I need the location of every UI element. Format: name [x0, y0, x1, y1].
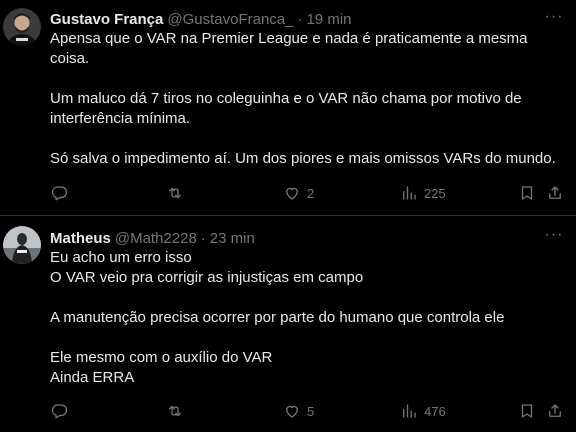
timestamp[interactable]: 19 min — [307, 11, 352, 28]
author-name[interactable]: Gustavo França — [50, 11, 163, 28]
like-icon — [286, 405, 298, 418]
views-icon — [403, 404, 416, 418]
like-count: 5 — [307, 403, 315, 419]
bookmark-button[interactable] — [518, 402, 536, 420]
tweet-line: A manutenção precisa ocorrer por parte d… — [50, 309, 505, 326]
share-button[interactable] — [546, 402, 564, 420]
reply-button[interactable] — [50, 402, 68, 420]
tweet-actions: 5 476 — [50, 402, 564, 422]
tweet-text: Eu acho um erro isso O VAR veio pra corr… — [50, 248, 564, 388]
tweet-content: Matheus @Math2228 · 23 min Eu acho um er… — [50, 228, 564, 388]
tweet-text: Apensa que o VAR na Premier League e nad… — [50, 29, 564, 169]
share-icon — [549, 404, 561, 417]
separator: · — [200, 229, 206, 247]
like-icon — [286, 187, 298, 200]
timestamp[interactable]: 23 min — [210, 230, 255, 247]
tweet-header: Matheus @Math2228 · 23 min — [50, 228, 564, 248]
author-name[interactable]: Matheus — [50, 230, 111, 247]
tweet[interactable]: Gustavo França @GustavoFranca_ · 19 min … — [0, 0, 576, 216]
tweet-line: coisa. — [50, 50, 90, 67]
tweet-actions: 2 225 — [50, 184, 564, 204]
views-icon — [403, 186, 416, 200]
tweet-line: Um maluco dá 7 tiros no coleguinha e o V… — [50, 90, 522, 107]
separator: · — [297, 10, 303, 28]
like-button[interactable]: 5 — [283, 402, 314, 420]
more-options-icon[interactable]: ··· — [544, 227, 564, 248]
view-count: 476 — [424, 403, 446, 419]
views-button[interactable]: 476 — [400, 402, 446, 420]
tweet[interactable]: Matheus @Math2228 · 23 min Eu acho um er… — [0, 216, 576, 432]
retweet-icon — [169, 405, 181, 417]
tweet-line: Só salva o impedimento aí. Um dos piores… — [50, 150, 556, 167]
views-button[interactable]: 225 — [400, 184, 446, 202]
view-count: 225 — [424, 185, 446, 201]
bookmark-button[interactable] — [518, 184, 536, 202]
reply-button[interactable] — [50, 184, 68, 202]
retweet-button[interactable] — [166, 402, 184, 420]
share-icon — [549, 186, 561, 199]
tweet-line: Apensa que o VAR na Premier League e nad… — [50, 30, 528, 47]
like-button[interactable]: 2 — [283, 184, 314, 202]
reply-icon — [51, 186, 68, 201]
tweet-line: interferência mínima. — [50, 110, 191, 127]
tweet-line: Ele mesmo com o auxílio do VAR — [50, 349, 273, 366]
avatar[interactable] — [3, 226, 41, 264]
author-handle[interactable]: @Math2228 — [115, 230, 197, 247]
bookmark-icon — [521, 186, 533, 200]
tweet-line: Ainda ERRA — [50, 369, 135, 386]
like-count: 2 — [307, 185, 315, 201]
more-options-icon[interactable]: ··· — [544, 9, 564, 30]
author-handle[interactable]: @GustavoFranca_ — [167, 11, 293, 28]
tweet-content: Gustavo França @GustavoFranca_ · 19 min … — [50, 9, 564, 169]
reply-icon — [51, 404, 68, 419]
tweet-line: O VAR veio pra corrigir as injustiças em… — [50, 269, 364, 286]
bookmark-icon — [521, 404, 533, 418]
share-button[interactable] — [546, 184, 564, 202]
avatar[interactable] — [3, 8, 41, 46]
retweet-button[interactable] — [166, 184, 184, 202]
tweet-line: Eu acho um erro isso — [50, 249, 192, 266]
retweet-icon — [169, 187, 181, 199]
tweet-header: Gustavo França @GustavoFranca_ · 19 min — [50, 9, 564, 29]
